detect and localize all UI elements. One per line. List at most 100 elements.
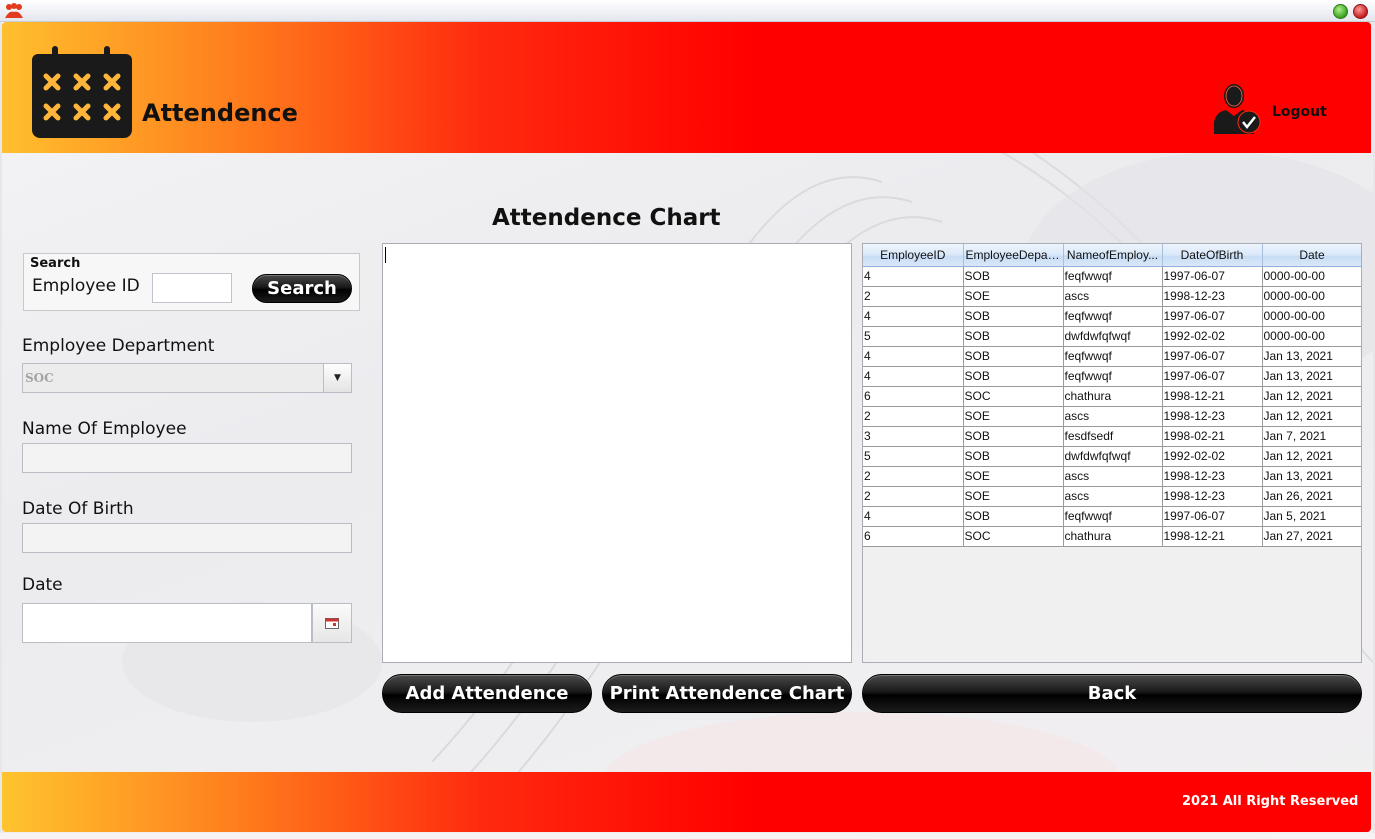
table-cell: SOE bbox=[963, 406, 1064, 427]
attendance-chart-textarea[interactable] bbox=[382, 243, 852, 663]
employee-id-input[interactable] bbox=[152, 273, 232, 303]
table-cell: 5 bbox=[863, 446, 964, 467]
add-attendance-button[interactable]: Add Attendence bbox=[382, 674, 592, 713]
table-cell: ascs bbox=[1063, 486, 1163, 507]
dob-input[interactable] bbox=[22, 523, 352, 553]
table-row[interactable]: 6 SOC chathura 1998-12-21 Jan 12, 2021 bbox=[863, 386, 1361, 407]
bottom-strip bbox=[0, 833, 1375, 839]
table-cell: SOB bbox=[963, 326, 1064, 347]
table-cell: 6 bbox=[863, 386, 964, 407]
table-row[interactable]: 6 SOC chathura 1998-12-21 Jan 27, 2021 bbox=[863, 526, 1361, 547]
table-cell: 6 bbox=[863, 526, 964, 547]
table-cell: 1997-06-07 bbox=[1162, 366, 1263, 387]
header-banner bbox=[2, 22, 1371, 153]
table-cell: SOC bbox=[963, 526, 1064, 547]
table-cell: SOE bbox=[963, 466, 1064, 487]
table-cell: 4 bbox=[863, 306, 964, 327]
table-cell: 1997-06-07 bbox=[1162, 506, 1263, 527]
column-header[interactable]: EmployeeID bbox=[863, 244, 964, 267]
table-cell: Jan 27, 2021 bbox=[1262, 526, 1361, 547]
table-cell: 5 bbox=[863, 326, 964, 347]
print-chart-button[interactable]: Print Attendence Chart bbox=[602, 674, 852, 713]
table-cell: dwfdwfqfwqf bbox=[1063, 446, 1163, 467]
table-row[interactable]: 4 SOB feqfwwqf 1997-06-07 0000-00-00 bbox=[863, 266, 1361, 287]
table-row[interactable]: 4 SOB feqfwwqf 1997-06-07 Jan 13, 2021 bbox=[863, 346, 1361, 367]
table-cell: 4 bbox=[863, 366, 964, 387]
search-group: Search Employee ID Search bbox=[23, 253, 360, 311]
table-cell: ascs bbox=[1063, 406, 1163, 427]
table-cell: dwfdwfqfwqf bbox=[1063, 326, 1163, 347]
table-row[interactable]: 2 SOE ascs 1998-12-23 Jan 12, 2021 bbox=[863, 406, 1361, 427]
employee-id-label: Employee ID bbox=[32, 276, 140, 296]
table-cell: 1998-12-21 bbox=[1162, 526, 1263, 547]
page-title: Attendence bbox=[142, 99, 298, 127]
employee-name-input[interactable] bbox=[22, 443, 352, 473]
search-button[interactable]: Search bbox=[252, 274, 352, 303]
table-cell: 1998-12-23 bbox=[1162, 406, 1263, 427]
table-row[interactable]: 5 SOB dwfdwfqfwqf 1992-02-02 0000-00-00 bbox=[863, 326, 1361, 347]
minimize-button[interactable] bbox=[1333, 4, 1348, 19]
table-cell: Jan 7, 2021 bbox=[1262, 426, 1361, 447]
table-row[interactable]: 2 SOE ascs 1998-12-23 Jan 13, 2021 bbox=[863, 466, 1361, 487]
column-header[interactable]: NameofEmploy... bbox=[1063, 244, 1163, 267]
table-row[interactable]: 4 SOB feqfwwqf 1997-06-07 Jan 5, 2021 bbox=[863, 506, 1361, 527]
department-label: Employee Department bbox=[22, 336, 215, 356]
table-cell: Jan 13, 2021 bbox=[1262, 466, 1361, 487]
table-cell: 4 bbox=[863, 266, 964, 287]
table-cell: 0000-00-00 bbox=[1262, 306, 1361, 327]
column-header[interactable]: EmployeeDepar... bbox=[963, 244, 1064, 267]
table-cell: chathura bbox=[1063, 386, 1163, 407]
table-cell: feqfwwqf bbox=[1063, 306, 1163, 327]
table-cell: SOB bbox=[963, 346, 1064, 367]
table-cell: 2 bbox=[863, 286, 964, 307]
table-cell: 1992-02-02 bbox=[1162, 446, 1263, 467]
chevron-down-icon[interactable]: ▼ bbox=[323, 364, 351, 392]
table-cell: 2 bbox=[863, 486, 964, 507]
table-cell: Jan 13, 2021 bbox=[1262, 346, 1361, 367]
column-header[interactable]: DateOfBirth bbox=[1162, 244, 1263, 267]
chart-title: Attendence Chart bbox=[492, 205, 721, 231]
table-cell: SOB bbox=[963, 426, 1064, 447]
table-cell: Jan 26, 2021 bbox=[1262, 486, 1361, 507]
back-button[interactable]: Back bbox=[862, 674, 1362, 713]
table-cell: 1997-06-07 bbox=[1162, 306, 1263, 327]
table-cell: 2 bbox=[863, 466, 964, 487]
table-cell: Jan 12, 2021 bbox=[1262, 386, 1361, 407]
table-row[interactable]: 2 SOE ascs 1998-12-23 0000-00-00 bbox=[863, 286, 1361, 307]
table-cell: SOB bbox=[963, 266, 1064, 287]
date-picker-button[interactable] bbox=[312, 603, 352, 643]
employee-name-label: Name Of Employee bbox=[22, 419, 187, 439]
table-row[interactable]: 3 SOB fesdfsedf 1998-02-21 Jan 7, 2021 bbox=[863, 426, 1361, 447]
attendance-table[interactable]: EmployeeID EmployeeDepar... NameofEmploy… bbox=[862, 243, 1362, 663]
table-cell: 0000-00-00 bbox=[1262, 326, 1361, 347]
dob-label: Date Of Birth bbox=[22, 499, 134, 519]
table-cell: SOB bbox=[963, 446, 1064, 467]
table-cell: SOB bbox=[963, 506, 1064, 527]
table-row[interactable]: 5 SOB dwfdwfqfwqf 1992-02-02 Jan 12, 2021 bbox=[863, 446, 1361, 467]
text-caret bbox=[385, 247, 386, 263]
app-icon bbox=[5, 3, 23, 18]
table-cell: feqfwwqf bbox=[1063, 506, 1163, 527]
close-button[interactable] bbox=[1353, 4, 1368, 19]
department-select[interactable]: SOC ▼ bbox=[22, 363, 352, 393]
table-cell: SOE bbox=[963, 486, 1064, 507]
table-cell: SOE bbox=[963, 286, 1064, 307]
date-input[interactable] bbox=[22, 603, 312, 643]
user-check-icon[interactable] bbox=[1212, 82, 1262, 136]
table-cell: feqfwwqf bbox=[1063, 266, 1163, 287]
table-cell: 1998-12-23 bbox=[1162, 466, 1263, 487]
table-cell: ascs bbox=[1063, 286, 1163, 307]
table-row[interactable]: 4 SOB feqfwwqf 1997-06-07 0000-00-00 bbox=[863, 306, 1361, 327]
window-titlebar bbox=[0, 0, 1375, 22]
table-cell: 4 bbox=[863, 346, 964, 367]
table-cell: 3 bbox=[863, 426, 964, 447]
table-cell: SOB bbox=[963, 366, 1064, 387]
table-header-row: EmployeeID EmployeeDepar... NameofEmploy… bbox=[863, 244, 1361, 267]
table-cell: 1997-06-07 bbox=[1162, 346, 1263, 367]
column-header[interactable]: Date bbox=[1262, 244, 1361, 267]
table-cell: Jan 5, 2021 bbox=[1262, 506, 1361, 527]
footer-banner bbox=[2, 772, 1371, 832]
logout-link[interactable]: Logout bbox=[1272, 104, 1327, 120]
table-row[interactable]: 2 SOE ascs 1998-12-23 Jan 26, 2021 bbox=[863, 486, 1361, 507]
table-row[interactable]: 4 SOB feqfwwqf 1997-06-07 Jan 13, 2021 bbox=[863, 366, 1361, 387]
